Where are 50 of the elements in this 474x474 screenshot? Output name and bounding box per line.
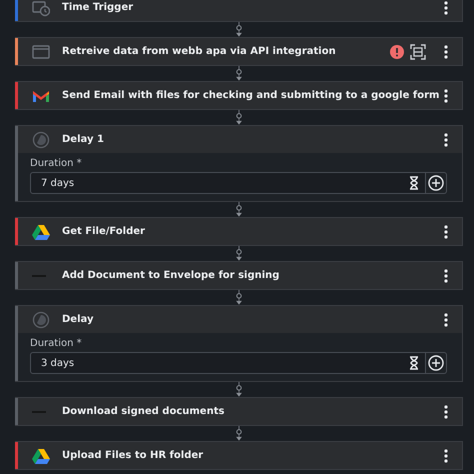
more-menu-icon[interactable] — [444, 0, 448, 14]
step-title: Time Trigger — [62, 2, 134, 13]
more-menu-icon[interactable] — [444, 268, 448, 282]
more-menu-icon[interactable] — [444, 224, 448, 238]
drive-icon — [32, 446, 50, 464]
more-menu-icon[interactable] — [444, 132, 448, 146]
step-title: Get File/Folder — [62, 226, 146, 237]
step-title: Delay — [62, 314, 94, 325]
connector-icon — [234, 110, 244, 125]
timer-icon — [32, 310, 50, 328]
more-menu-icon[interactable] — [444, 404, 448, 418]
add-button[interactable] — [426, 172, 447, 194]
step-card[interactable]: Retreive data from webb apa via API integration — [15, 37, 463, 66]
more-menu-icon[interactable] — [444, 448, 448, 462]
duration-field[interactable]: 7 days — [30, 172, 426, 194]
step-title: Add Document to Envelope for signing — [62, 270, 280, 281]
field-label: Duration * — [30, 158, 83, 169]
more-menu-icon[interactable] — [444, 88, 448, 102]
step-title: Download signed documents — [62, 406, 226, 417]
step-card[interactable]: Download signed documents — [15, 397, 463, 426]
calendar-clock-icon — [32, 0, 50, 16]
connector-icon — [234, 290, 244, 305]
drive-icon — [32, 222, 50, 240]
timer-icon — [32, 130, 50, 148]
connector-icon — [234, 426, 244, 441]
step-title: Send Email with files for checking and submitting to a google form — [62, 90, 440, 101]
connector-icon — [234, 246, 244, 261]
field-label: Duration * — [30, 338, 83, 349]
step-card[interactable]: Time Trigger — [15, 0, 463, 22]
scan-icon[interactable] — [410, 44, 426, 60]
step-card[interactable]: Upload Files to HR folder — [15, 441, 463, 470]
more-menu-icon[interactable] — [444, 44, 448, 58]
step-title: Retreive data from webb apa via API integration — [62, 46, 337, 57]
step-title: Delay 1 — [62, 134, 105, 145]
step-card[interactable]: Send Email with files for checking and submitting to a google form — [15, 81, 463, 110]
connector-icon — [234, 66, 244, 81]
hourglass-icon — [409, 356, 419, 370]
connector-icon — [234, 22, 244, 37]
window-icon — [32, 42, 50, 60]
hourglass-icon — [409, 176, 419, 190]
duration-field[interactable]: 3 days — [30, 352, 426, 374]
add-button[interactable] — [426, 352, 447, 374]
step-card[interactable]: Get File/Folder — [15, 217, 463, 246]
more-menu-icon[interactable] — [444, 312, 448, 326]
connector-icon — [234, 202, 244, 217]
step-title: Upload Files to HR folder — [62, 450, 204, 461]
step-card[interactable]: Delay 1 Duration * 7 days — [15, 125, 463, 202]
step-card[interactable]: Delay Duration * 3 days — [15, 305, 463, 382]
connector-icon — [234, 382, 244, 397]
step-card[interactable]: Add Document to Envelope for signing — [15, 261, 463, 290]
